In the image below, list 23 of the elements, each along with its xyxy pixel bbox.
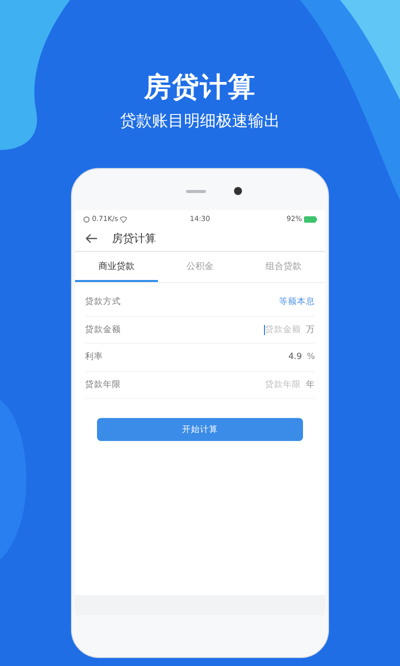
input-field[interactable]: 贷款金额 xyxy=(264,324,301,336)
tab[interactable]: 商业贷款 xyxy=(75,252,158,282)
screen-title: 房贷计算 xyxy=(112,230,156,246)
unit-label: 万 xyxy=(306,324,315,336)
unit-label: 年 xyxy=(306,378,315,391)
unit-label: % xyxy=(306,352,315,362)
field-label: 利率 xyxy=(85,351,103,364)
field-label: 贷款年限 xyxy=(85,378,121,391)
camera-icon xyxy=(234,187,242,195)
promo-title: 房贷计算 xyxy=(144,71,256,105)
tab[interactable]: 公积金 xyxy=(158,252,242,282)
wifi-icon xyxy=(120,216,128,222)
calculate-button[interactable]: 开始计算 xyxy=(97,418,303,441)
back-icon[interactable] xyxy=(85,232,98,244)
input-field[interactable]: 4.9 xyxy=(288,352,302,362)
field-label: 贷款方式 xyxy=(85,296,121,308)
input-field[interactable]: 贷款年限 xyxy=(265,378,301,391)
loan-type-select[interactable]: 等额本息 xyxy=(279,296,315,308)
speaker-icon xyxy=(186,190,206,193)
battery-icon xyxy=(304,216,317,222)
field-label: 贷款金额 xyxy=(85,324,121,336)
promo-subtitle: 贷款账目明细极速输出 xyxy=(120,111,280,131)
tab[interactable]: 组合贷款 xyxy=(242,252,325,282)
